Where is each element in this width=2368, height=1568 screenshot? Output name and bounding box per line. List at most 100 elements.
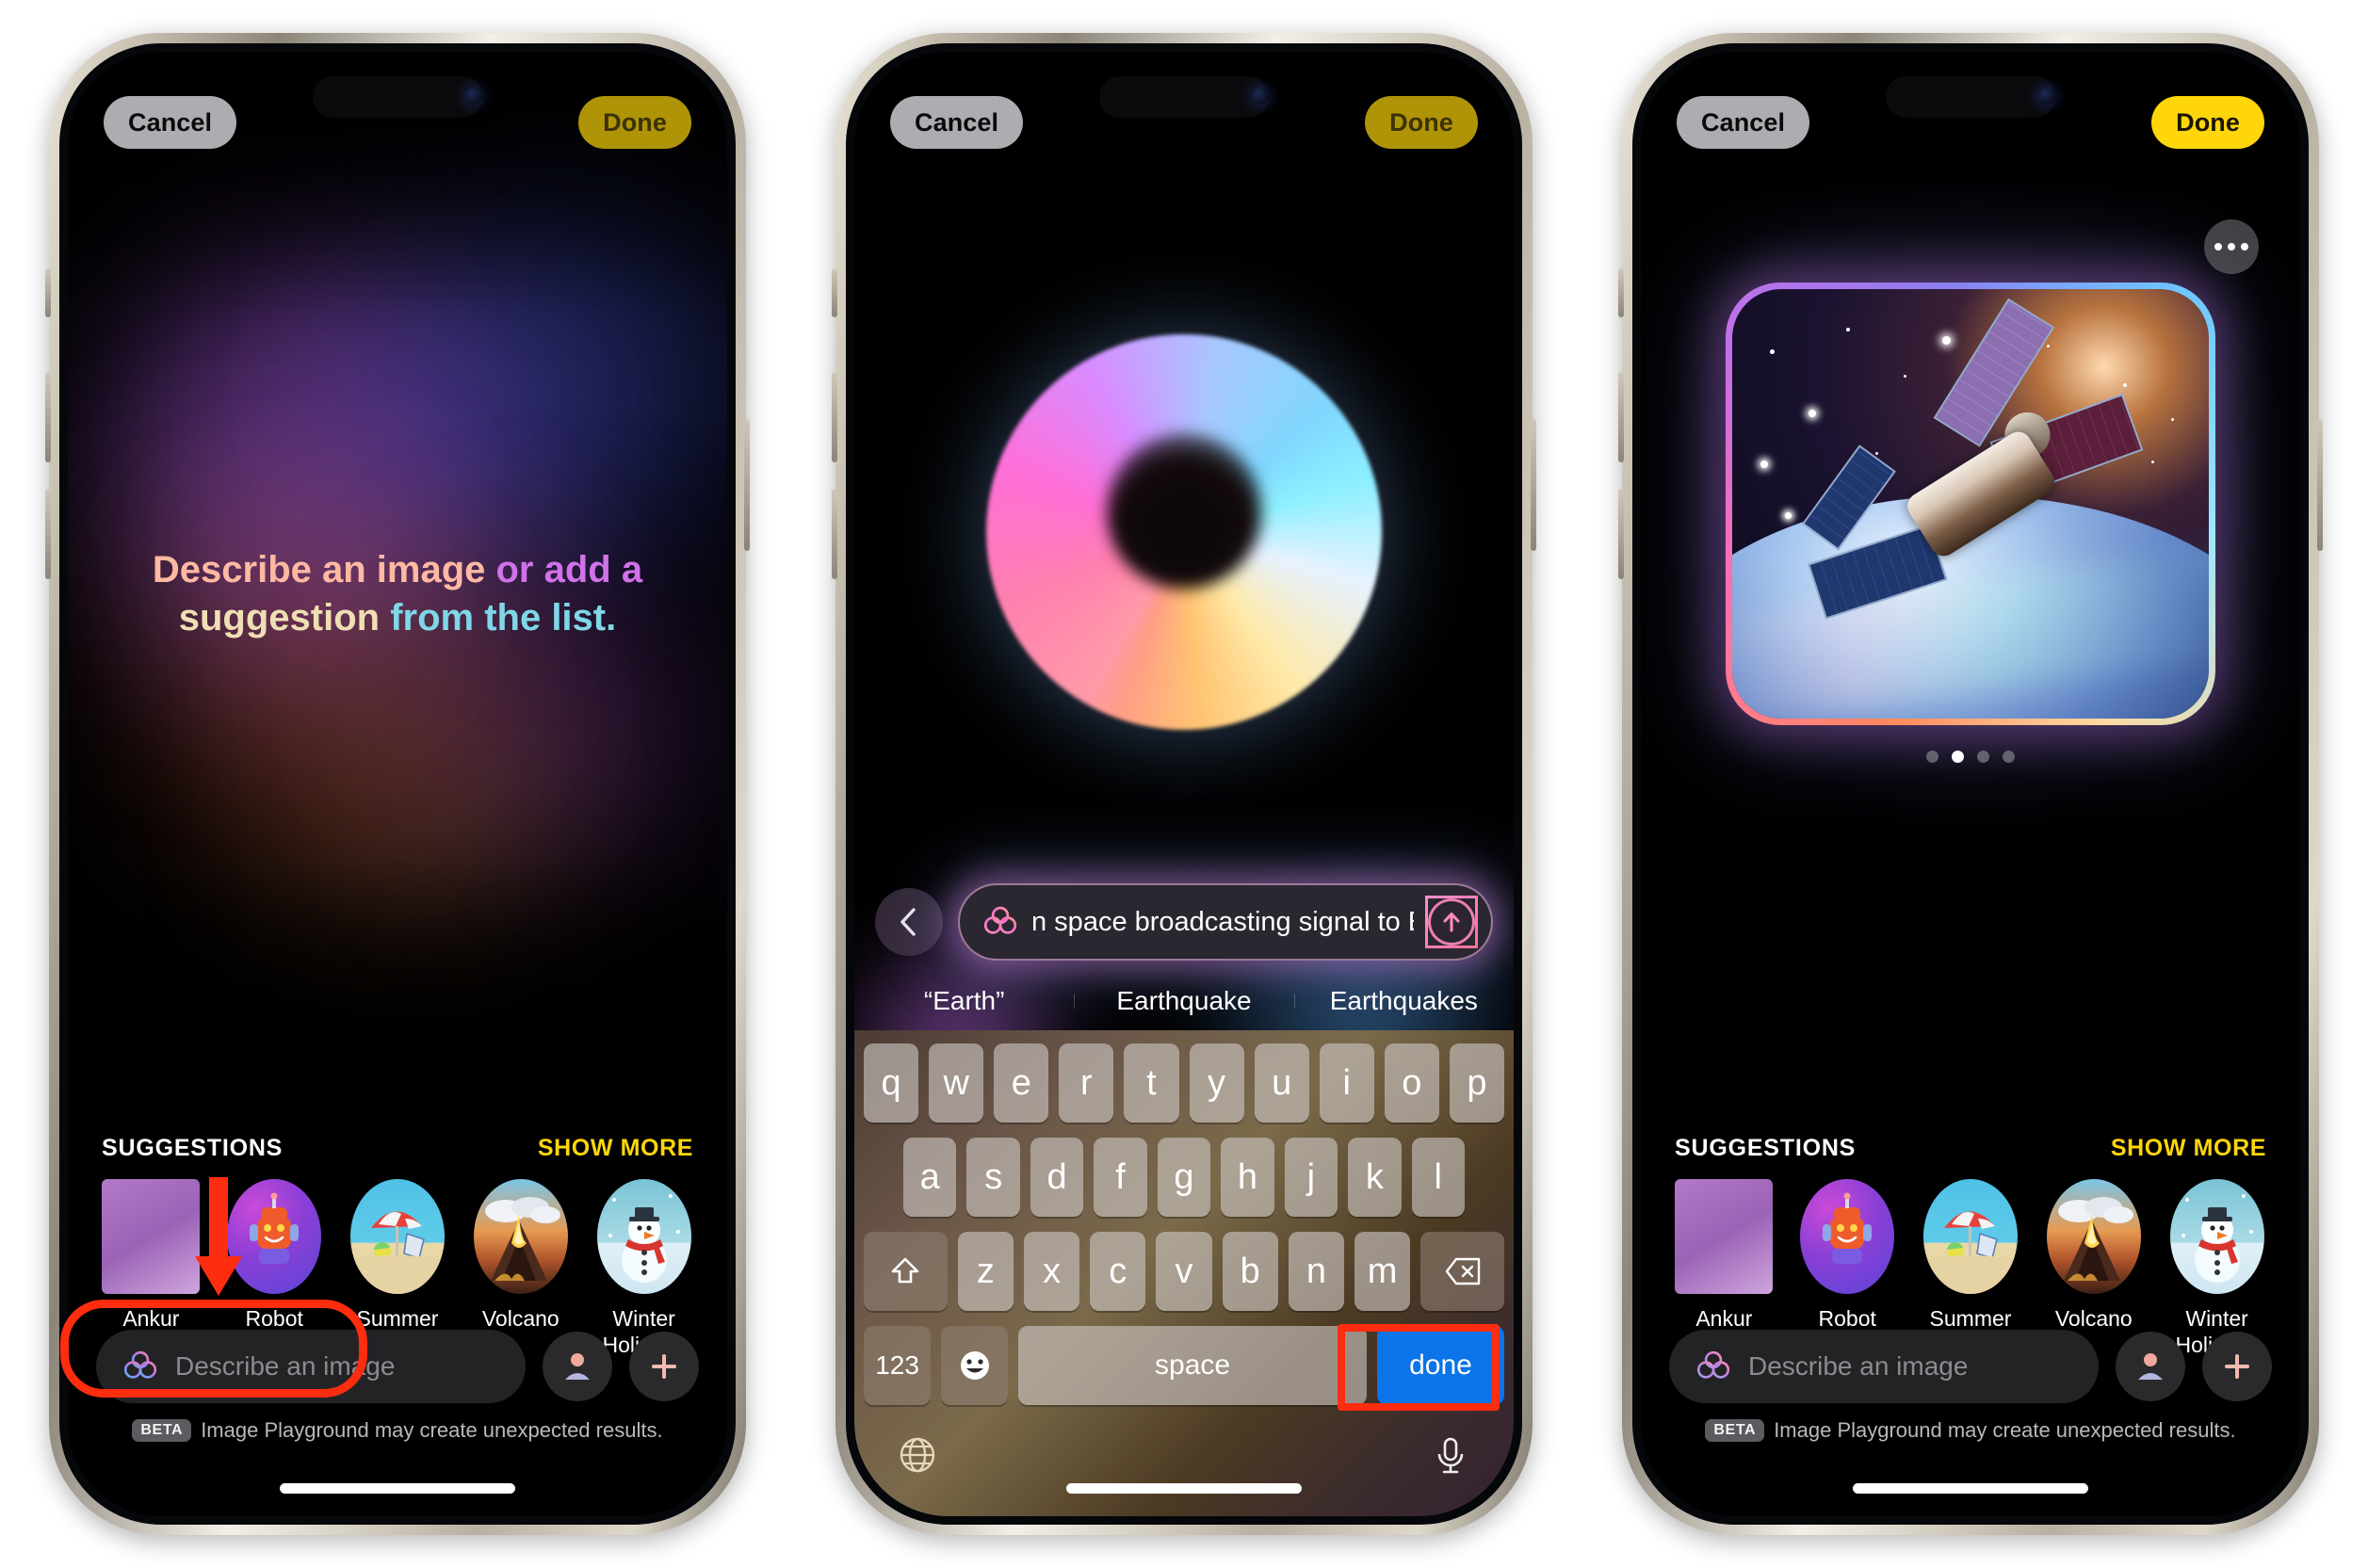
suggestion-robot[interactable]: Robot	[1792, 1178, 1903, 1332]
add-person-button[interactable]	[2116, 1332, 2185, 1401]
key-k[interactable]: k	[1348, 1138, 1402, 1217]
mute-button[interactable]	[45, 268, 51, 317]
key-t[interactable]: t	[1124, 1043, 1179, 1123]
home-indicator[interactable]	[1066, 1483, 1302, 1494]
page-dot-1[interactable]	[1926, 751, 1938, 763]
phone-2-typing-state: Cancel Done n space broadcasting signal …	[832, 33, 1536, 1535]
send-button[interactable]	[1425, 896, 1478, 948]
key-u[interactable]: u	[1254, 1043, 1309, 1123]
power-button[interactable]	[744, 419, 750, 551]
suggestion-ankur[interactable]: Ankur	[1669, 1178, 1779, 1332]
key-z[interactable]: z	[957, 1232, 1014, 1311]
phone-3-bottom-bar: Describe an image BETA Image Playground …	[1641, 1330, 2300, 1443]
suggestion-summer[interactable]: Summer	[343, 1178, 453, 1332]
beach-umbrella-thumb	[1922, 1178, 2018, 1294]
show-more-button[interactable]: SHOW MORE	[538, 1135, 693, 1162]
key-o[interactable]: o	[1384, 1043, 1439, 1123]
cancel-button[interactable]: Cancel	[1677, 96, 1810, 149]
prompt-text-field[interactable]: n space broadcasting signal to Earth	[958, 883, 1493, 961]
key-a[interactable]: a	[903, 1138, 957, 1217]
key-m[interactable]: m	[1354, 1232, 1411, 1311]
prediction-2[interactable]: Earthquakes	[1293, 986, 1514, 1016]
numbers-key[interactable]: 123	[864, 1326, 932, 1405]
page-dot-3[interactable]	[1977, 751, 1989, 763]
key-e[interactable]: e	[994, 1043, 1049, 1123]
key-w[interactable]: w	[929, 1043, 984, 1123]
key-l[interactable]: l	[1411, 1138, 1465, 1217]
done-button[interactable]: Done	[2151, 96, 2264, 149]
key-n[interactable]: n	[1288, 1232, 1345, 1311]
volume-down-button[interactable]	[1618, 489, 1624, 579]
key-x[interactable]: x	[1024, 1232, 1080, 1311]
shift-key[interactable]	[864, 1232, 948, 1311]
keyboard-row-3: z x c v b n m	[864, 1232, 1505, 1311]
add-concept-button[interactable]	[2202, 1332, 2272, 1401]
annotation-red-down-arrow	[195, 1177, 242, 1296]
key-y[interactable]: y	[1189, 1043, 1244, 1123]
generated-image-card[interactable]	[1726, 283, 2215, 725]
mute-button[interactable]	[832, 268, 837, 317]
suggestion-summer[interactable]: Summer	[1916, 1178, 2026, 1332]
key-q[interactable]: q	[864, 1043, 919, 1123]
cancel-button[interactable]: Cancel	[104, 96, 237, 149]
key-i[interactable]: i	[1319, 1043, 1374, 1123]
volume-down-button[interactable]	[45, 489, 51, 579]
page-dot-4[interactable]	[2003, 751, 2015, 763]
done-button[interactable]: Done	[578, 96, 691, 149]
volume-down-button[interactable]	[832, 489, 837, 579]
arrow-up-icon	[1443, 913, 1460, 932]
key-c[interactable]: c	[1090, 1232, 1146, 1311]
space-key[interactable]: space	[1018, 1326, 1367, 1405]
suggestion-volcano[interactable]: Volcano	[465, 1178, 576, 1332]
show-more-button[interactable]: SHOW MORE	[2111, 1135, 2266, 1162]
describe-an-image-placeholder: Describe an image	[175, 1351, 396, 1381]
key-v[interactable]: v	[1156, 1232, 1212, 1311]
suggestions-title: SUGGESTIONS	[1675, 1134, 1857, 1161]
home-indicator[interactable]	[280, 1483, 515, 1494]
suggestion-label: Ankur	[1695, 1305, 1753, 1331]
key-d[interactable]: d	[1030, 1138, 1084, 1217]
cancel-button[interactable]: Cancel	[890, 96, 1024, 149]
prompt-input-row: Describe an image	[96, 1330, 699, 1403]
volume-up-button[interactable]	[832, 372, 837, 462]
page-dot-2[interactable]	[1952, 751, 1964, 763]
mute-button[interactable]	[1618, 268, 1624, 317]
describe-an-image-field[interactable]: Describe an image	[96, 1330, 526, 1403]
volume-up-button[interactable]	[1618, 372, 1624, 462]
key-r[interactable]: r	[1059, 1043, 1114, 1123]
describe-an-image-field[interactable]: Describe an image	[1669, 1330, 2099, 1403]
home-indicator[interactable]	[1853, 1483, 2088, 1494]
suggestion-volcano[interactable]: Volcano	[2038, 1178, 2149, 1332]
dictation-key[interactable]	[1429, 1433, 1472, 1477]
backspace-key[interactable]	[1420, 1232, 1505, 1311]
key-h[interactable]: h	[1221, 1138, 1274, 1217]
add-person-button[interactable]	[543, 1332, 612, 1401]
power-button[interactable]	[1531, 419, 1536, 551]
emoji-key[interactable]	[941, 1326, 1009, 1405]
beach-umbrella-icon	[349, 1211, 445, 1294]
predictive-text-bar: “Earth” Earthquake Earthquakes	[854, 972, 1514, 1030]
suggestions-section: SUGGESTIONS SHOW MORE Ankur Robot Summer…	[1641, 1135, 2300, 1358]
prediction-0[interactable]: “Earth”	[854, 986, 1074, 1016]
volume-up-button[interactable]	[45, 372, 51, 462]
globe-key[interactable]	[896, 1433, 939, 1477]
screenshot-stage: Cancel Done Describe an image or add a s…	[0, 0, 2368, 1568]
back-button[interactable]	[875, 888, 943, 956]
key-f[interactable]: f	[1094, 1138, 1147, 1217]
beach-umbrella-thumb	[349, 1178, 445, 1294]
key-p[interactable]: p	[1449, 1043, 1504, 1123]
done-button[interactable]: Done	[1365, 96, 1478, 149]
key-g[interactable]: g	[1157, 1138, 1211, 1217]
phone-1-empty-state: Cancel Done Describe an image or add a s…	[45, 33, 750, 1535]
key-b[interactable]: b	[1222, 1232, 1278, 1311]
key-j[interactable]: j	[1284, 1138, 1338, 1217]
beta-disclaimer: BETA Image Playground may create unexpec…	[1669, 1418, 2272, 1443]
power-button[interactable]	[2317, 419, 2323, 551]
more-options-button[interactable]	[2204, 219, 2259, 274]
add-concept-button[interactable]	[629, 1332, 699, 1401]
keyboard-done-key[interactable]: done	[1376, 1326, 1504, 1405]
key-s[interactable]: s	[966, 1138, 1020, 1217]
prediction-1[interactable]: Earthquake	[1074, 986, 1293, 1016]
robot-thumb	[1800, 1178, 1895, 1294]
phone-3-top-bar: Cancel Done	[1641, 91, 2300, 154]
